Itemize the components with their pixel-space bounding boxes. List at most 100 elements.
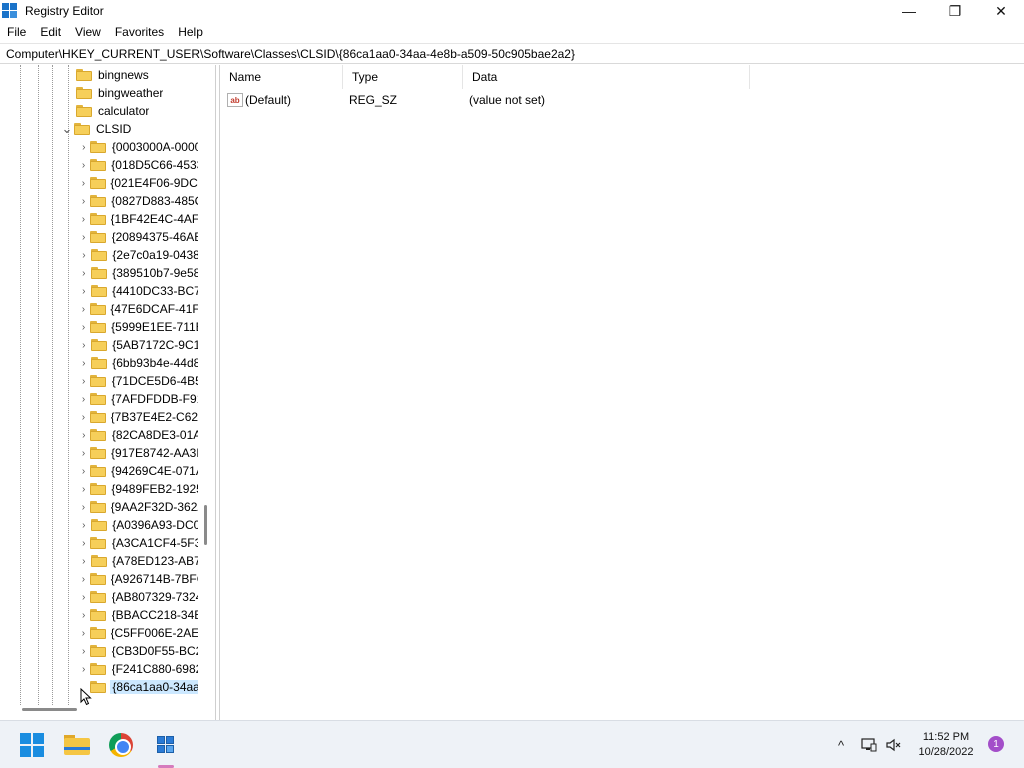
chevron-right-icon[interactable]: › [77,156,90,174]
chevron-right-icon[interactable]: › [77,462,90,480]
tree-node[interactable]: › {2e7c0a19-0438 [77,246,198,264]
tree-node[interactable]: › {CB3D0F55-BC2 [77,642,198,660]
tree-node[interactable]: › {F241C880-6982 [77,660,198,678]
chevron-right-icon[interactable]: › [77,264,91,282]
volume-muted-icon[interactable] [884,721,904,768]
tree-node[interactable]: calculator [76,102,149,120]
tree-node-label: {0827D883-485C [111,194,198,208]
chevron-right-icon[interactable]: › [77,300,90,318]
tree-node[interactable]: › {C5FF006E-2AE9 [77,624,198,642]
tree-node[interactable]: › {7AFDFDDB-F91 [77,390,198,408]
chevron-right-icon[interactable]: › [77,552,91,570]
folder-icon [76,87,92,99]
chevron-right-icon[interactable]: › [77,246,91,264]
address-bar[interactable]: Computer\HKEY_CURRENT_USER\Software\Clas… [0,43,1024,64]
value-row[interactable]: ab (Default) REG_SZ (value not set) [220,90,669,110]
chevron-right-icon[interactable]: › [77,570,90,588]
tree-node[interactable]: › {94269C4E-071A [77,462,198,480]
menu-file[interactable]: File [0,22,33,42]
tree-node[interactable]: › {20894375-46AE [77,228,198,246]
column-type[interactable]: Type [343,65,463,89]
tree-node[interactable]: › {6bb93b4e-44d8 [77,354,198,372]
restore-button[interactable]: ❐ [932,0,978,22]
chevron-right-icon[interactable]: › [77,588,90,606]
chevron-right-icon[interactable]: › [77,210,90,228]
start-icon[interactable] [16,729,48,761]
chevron-right-icon[interactable]: › [77,282,91,300]
registry-tree[interactable]: bingnews bingweather calculator ⌄ CLSID › {000… [0,65,216,720]
tree-node[interactable]: › {021E4F06-9DCC [77,174,198,192]
tree-node[interactable]: › {0003000A-0000 [77,138,198,156]
chevron-right-icon[interactable]: › [77,498,90,516]
system-clock[interactable]: 11:52 PM 10/28/2022 [912,730,980,760]
tree-node[interactable]: › {917E8742-AA3E [77,444,198,462]
tree-node-label: bingnews [98,68,149,82]
menu-edit[interactable]: Edit [33,22,68,42]
tree-node-label: {021E4F06-9DCC [110,176,198,190]
tree-node[interactable]: bingweather [76,84,163,102]
tree-node[interactable]: › {71DCE5D6-4B5 [77,372,198,390]
tree-node[interactable]: › {9AA2F32D-362A [77,498,198,516]
chevron-right-icon[interactable]: › [77,138,90,156]
chevron-right-icon[interactable]: › [77,444,90,462]
file-explorer-icon[interactable] [61,729,93,761]
tree-node[interactable]: › {A3CA1CF4-5F3 [77,534,198,552]
tree-node[interactable]: › {82CA8DE3-01A [77,426,198,444]
tree-node[interactable]: bingnews [76,66,149,84]
menu-view[interactable]: View [68,22,108,42]
tree-node[interactable]: › {018D5C66-4533 [77,156,198,174]
menu-help[interactable]: Help [171,22,210,42]
chevron-right-icon[interactable]: › [77,390,90,408]
tree-node[interactable]: › {5999E1EE-711E [77,318,198,336]
folder-icon [76,105,92,117]
tree-node[interactable]: › {A0396A93-DC0 [77,516,198,534]
tree-node[interactable]: › {7B37E4E2-C62F [77,408,198,426]
tree-vertical-scrollbar[interactable] [204,505,207,545]
tree-node[interactable]: › {AB807329-7324 [77,588,198,606]
column-data[interactable]: Data [463,65,750,89]
tree-node[interactable]: › {4410DC33-BC7 [77,282,198,300]
chevron-right-icon[interactable]: › [77,192,90,210]
chevron-down-icon[interactable]: ⌄ [60,120,74,138]
network-icon[interactable] [858,721,880,768]
notification-badge[interactable]: 1 [988,736,1004,752]
menu-favorites[interactable]: Favorites [108,22,171,42]
tree-node[interactable]: › {0827D883-485C [77,192,198,210]
chevron-right-icon[interactable]: › [77,372,90,390]
chevron-right-icon[interactable]: › [77,516,91,534]
minimize-button[interactable]: — [886,0,932,22]
tree-node[interactable]: › {5AB7172C-9C1 [77,336,198,354]
chevron-right-icon[interactable]: › [77,408,90,426]
tree-node[interactable]: › {47E6DCAF-41F8 [77,300,198,318]
tree-node-label: {7B37E4E2-C62F [110,410,198,424]
tree-horizontal-scrollbar[interactable] [22,708,77,711]
chrome-icon[interactable] [105,729,137,761]
chevron-up-icon[interactable]: ^ [832,721,850,768]
column-name[interactable]: Name [220,65,343,89]
tree-node[interactable]: › {BBACC218-34E [77,606,198,624]
folder-icon [74,123,90,135]
chevron-right-icon[interactable]: › [77,174,90,192]
chevron-right-icon[interactable]: › [77,426,90,444]
chevron-right-icon[interactable]: › [77,534,90,552]
chevron-right-icon[interactable]: › [77,606,90,624]
values-pane[interactable]: Name Type Data ab (Default) REG_SZ (valu… [219,65,1024,720]
tree-node[interactable]: › {9489FEB2-1925 [77,480,198,498]
chevron-right-icon[interactable]: › [77,336,91,354]
tree-node[interactable]: › {A926714B-7BFC [77,570,198,588]
chevron-right-icon[interactable]: › [77,318,90,336]
tree-node[interactable]: › {1BF42E4C-4AF4 [77,210,198,228]
close-button[interactable]: ✕ [978,0,1024,22]
tree-node-clsid[interactable]: ⌄ CLSID [60,120,132,138]
chevron-right-icon[interactable]: › [77,624,90,642]
chevron-right-icon[interactable]: › [77,228,90,246]
chevron-right-icon[interactable]: › [77,480,90,498]
tree-node-selected[interactable]: {86ca1aa0-34aa- [77,678,198,696]
chevron-right-icon[interactable]: › [77,354,91,372]
chevron-right-icon[interactable]: › [77,642,90,660]
tree-node[interactable]: › {389510b7-9e58 [77,264,198,282]
tree-node[interactable]: › {A78ED123-AB7 [77,552,198,570]
tree-node-label: bingweather [98,86,164,100]
chevron-right-icon[interactable]: › [77,660,90,678]
registry-editor-taskbar-icon[interactable] [150,729,182,761]
